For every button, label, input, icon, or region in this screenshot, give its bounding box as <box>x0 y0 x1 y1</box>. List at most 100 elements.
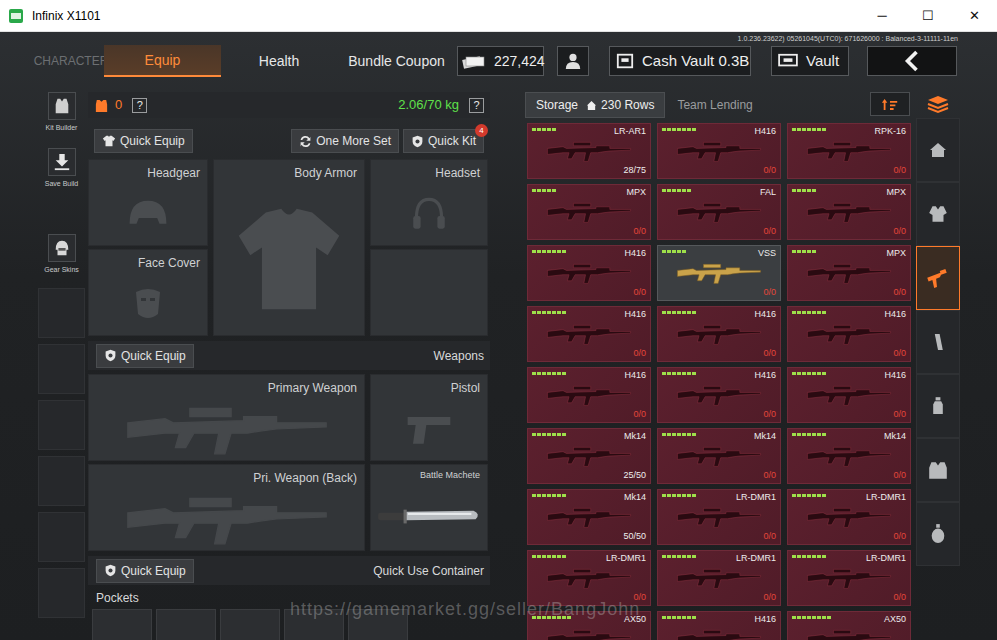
pip <box>802 189 806 192</box>
category-tab[interactable] <box>916 502 960 566</box>
weapon-card[interactable]: H416 <box>657 611 781 640</box>
weapon-slot[interactable]: Pri. Weapon (Back) <box>88 464 365 551</box>
pocket-slot[interactable] <box>348 609 408 640</box>
cash-icon <box>462 53 486 69</box>
help-button[interactable]: ? <box>132 98 147 113</box>
weapon-card[interactable]: LR-DMR10/0 <box>657 489 781 545</box>
back-button[interactable] <box>867 46 957 76</box>
category-bar <box>916 90 960 640</box>
pip <box>662 616 666 619</box>
weapon-name: LR-DMR1 <box>736 553 776 564</box>
pip <box>822 372 826 375</box>
card-header: Mk14 <box>792 431 906 442</box>
quick-equip-button[interactable]: Quick Equip <box>96 559 194 583</box>
weapon-card[interactable]: LR-DMR10/0 <box>657 550 781 606</box>
quick-equip-button[interactable]: Quick Equip <box>96 344 194 368</box>
category-tab[interactable] <box>916 438 960 502</box>
vault-button[interactable]: Vault <box>771 46 849 76</box>
weapon-card[interactable]: VSS0/0 <box>657 245 781 301</box>
pocket-slot[interactable] <box>156 609 216 640</box>
close-button[interactable]: ✕ <box>951 0 997 32</box>
pocket-slot[interactable] <box>220 609 280 640</box>
weapon-card[interactable]: FAL0/0 <box>657 184 781 240</box>
sort-button[interactable] <box>870 92 910 116</box>
pip <box>807 616 811 619</box>
slot-label: Face Cover <box>89 250 207 272</box>
weapon-slot[interactable]: Primary Weapon <box>88 374 365 461</box>
pip <box>692 616 696 619</box>
weapon-card[interactable]: Mk1450/50 <box>527 489 651 545</box>
storage-tab[interactable]: Storage230 Rows <box>525 92 665 118</box>
weapon-card[interactable]: Mk1425/50 <box>527 428 651 484</box>
weapon-card[interactable]: H4160/0 <box>657 367 781 423</box>
weapon-name: H416 <box>624 248 646 259</box>
pip <box>682 494 686 497</box>
filter-button[interactable] <box>916 90 960 118</box>
category-tab[interactable] <box>916 310 960 374</box>
weapon-name: H416 <box>754 126 776 137</box>
gear-slot[interactable]: Face Cover <box>88 249 208 336</box>
team-lending-tab[interactable]: Team Lending <box>665 92 752 118</box>
weapon-card[interactable]: LR-DMR10/0 <box>527 550 651 606</box>
weapon-card[interactable]: MPX0/0 <box>787 245 911 301</box>
minimize-button[interactable]: ─ <box>859 0 905 32</box>
top-tab[interactable]: Bundle Coupon <box>344 45 449 77</box>
category-tab[interactable] <box>916 118 960 182</box>
top-tab[interactable]: Equip <box>104 45 221 77</box>
rifle-icon <box>532 564 646 592</box>
pocket-slot[interactable] <box>92 609 152 640</box>
card-header: MPX <box>532 187 646 198</box>
help-button[interactable]: ? <box>469 98 484 113</box>
side-tool[interactable]: Save Build <box>38 146 85 196</box>
weapon-card[interactable]: Mk140/0 <box>657 428 781 484</box>
vault-label: Vault <box>806 50 839 73</box>
weapon-card[interactable]: AX50 <box>527 611 651 640</box>
weapon-card[interactable]: MPX0/0 <box>527 184 651 240</box>
weapon-card[interactable]: LR-AR128/75 <box>527 123 651 179</box>
weapon-card[interactable]: LR-DMR10/0 <box>787 489 911 545</box>
pip <box>677 494 681 497</box>
gear-slot[interactable]: Body Armor <box>213 159 365 336</box>
weapon-card[interactable]: RPK-160/0 <box>787 123 911 179</box>
pip <box>682 250 686 253</box>
weapon-card[interactable]: MPX0/0 <box>787 184 911 240</box>
weapon-name: LR-DMR1 <box>866 553 906 564</box>
category-tab[interactable] <box>916 246 960 310</box>
card-header: H416 <box>532 248 646 259</box>
weapon-card[interactable]: LR-DMR10/0 <box>787 550 911 606</box>
top-tab[interactable]: CHARACTER <box>38 45 104 77</box>
weapon-card[interactable]: H4160/0 <box>787 306 911 362</box>
card-header: Mk14 <box>532 431 646 442</box>
gear-slot[interactable] <box>370 249 488 336</box>
category-tab[interactable] <box>916 182 960 246</box>
weapon-card[interactable]: H4160/0 <box>527 367 651 423</box>
weapon-card[interactable]: H4160/0 <box>787 367 911 423</box>
rifle-icon <box>662 198 776 226</box>
weapon-card[interactable]: H4160/0 <box>657 123 781 179</box>
cash-vault-button[interactable]: Cash Vault 0.3B <box>609 46 751 76</box>
quick-equip-button[interactable]: Quick Equip <box>94 129 193 153</box>
pip <box>687 128 691 131</box>
one-more-set-button[interactable]: One More Set <box>291 129 399 153</box>
pip <box>532 616 536 619</box>
gear-slot[interactable]: Headset <box>370 159 488 246</box>
side-tool[interactable]: Kit Builder <box>38 90 85 140</box>
weapon-card[interactable]: H4160/0 <box>527 306 651 362</box>
quick-kit-button[interactable]: Quick Kit4 <box>403 129 484 153</box>
weapon-slot[interactable]: Pistol <box>370 374 488 461</box>
weapon-card[interactable]: Mk140/0 <box>787 428 911 484</box>
weapon-slot[interactable]: Battle Machete <box>370 464 488 551</box>
weapon-card[interactable]: AX50 <box>787 611 911 640</box>
maximize-button[interactable]: ☐ <box>905 0 951 32</box>
category-tab[interactable] <box>916 374 960 438</box>
game-screen: 1.0.236.23622) 05261045(UTC0): 671626000… <box>0 32 997 640</box>
pocket-slot[interactable] <box>284 609 344 640</box>
weapon-card[interactable]: H4160/0 <box>657 306 781 362</box>
pip <box>792 128 796 131</box>
weight-display: 2.06/70 kg <box>398 95 459 115</box>
gear-slot[interactable]: Headgear <box>88 159 208 246</box>
top-tab[interactable]: Health <box>239 45 319 77</box>
profile-button[interactable] <box>557 46 589 76</box>
weapon-card[interactable]: H4160/0 <box>527 245 651 301</box>
side-tool[interactable]: Gear Skins <box>38 232 85 282</box>
